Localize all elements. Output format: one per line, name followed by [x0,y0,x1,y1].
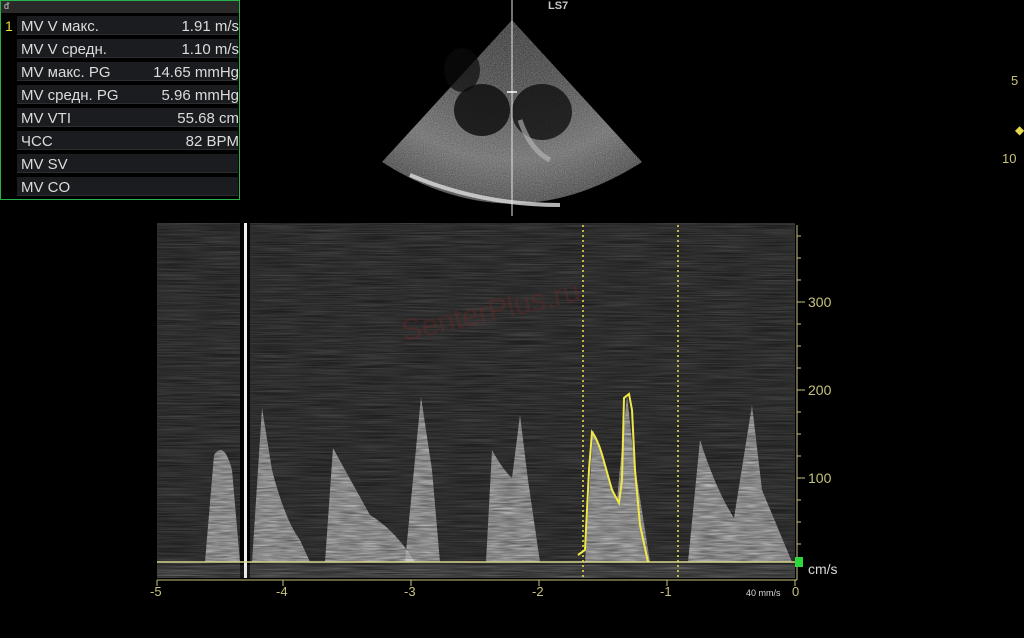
velocity-tick-label: 300 [808,294,832,310]
time-tick-label: -2 [532,584,544,599]
velocity-tick-label: 100 [808,470,832,486]
time-tick-label: -3 [404,584,416,599]
freeze-gap-line [244,223,247,578]
time-tick-label: -5 [150,584,162,599]
below-baseline-noise [157,565,795,578]
time-tick-label: 0 [792,584,799,599]
time-ticks [156,580,796,586]
measurement-label: MV CO [21,179,71,196]
measurement-value: 14.65 mmHg [153,64,239,81]
depth-mark-10: 10 [1002,151,1017,166]
measurement-label: MV V средн. [21,41,107,58]
measurement-value: 1.91 m/s [181,18,239,35]
measurement-label: MV SV [21,156,68,173]
velocity-tick-label: 200 [808,382,832,398]
measurement-row-mv-sv[interactable]: MV SV [1,153,239,174]
spectral-doppler-display[interactable]: 300 200 100 -5 -4 -3 -2 -1 0 [0,218,1024,638]
measurement-row-mv-vmean[interactable]: MV V средн. 1.10 m/s [1,38,239,59]
cardiac-chamber [444,48,480,92]
measurement-label: ЧСС [21,133,53,150]
measurement-row-mv-mean-pg[interactable]: MV средн. PG 5.96 mmHg [1,84,239,105]
two-d-sector-image[interactable] [370,0,660,220]
measurement-panel: ᵭ 1 MV V макс. 1.91 m/s MV V средн. 1.10… [0,0,240,200]
measurement-row-mv-max-pg[interactable]: MV макс. PG 14.65 mmHg [1,61,239,82]
measurement-value: 5.96 mmHg [161,87,239,104]
measurement-value: 1.10 m/s [181,41,239,58]
velocity-ticks [797,235,805,545]
panel-header-icon: ᵭ [4,2,10,12]
measurement-row-mv-co[interactable]: MV CO [1,176,239,197]
cardiac-chamber [512,84,572,140]
baseline-marker[interactable] [795,557,803,567]
sweep-speed: 40 mm/s [746,588,781,598]
measurement-row-heart-rate[interactable]: ЧСС 82 BPM [1,130,239,151]
panel-header: ᵭ [1,1,239,13]
measurement-label: MV макс. PG [21,64,111,81]
focus-marker-icon[interactable]: ◆ [1015,123,1024,137]
measurement-row-mv-vti[interactable]: MV VTI 55.68 cm [1,107,239,128]
measurement-label: MV средн. PG [21,87,119,104]
velocity-unit: cm/s [808,561,838,577]
measurement-label: MV V макс. [21,18,99,35]
measurement-label: MV VTI [21,110,72,127]
time-tick-label: -4 [276,584,288,599]
time-tick-label: -1 [660,584,672,599]
depth-mark-5: 5 [1011,73,1019,88]
measurement-value: 82 BPM [185,133,239,150]
measurement-index: 1 [5,18,13,34]
measurement-value: 55.68 cm [177,110,239,127]
measurement-row-mv-vmax[interactable]: 1 MV V макс. 1.91 m/s [1,15,239,36]
probe-label: LS7 [548,0,569,12]
